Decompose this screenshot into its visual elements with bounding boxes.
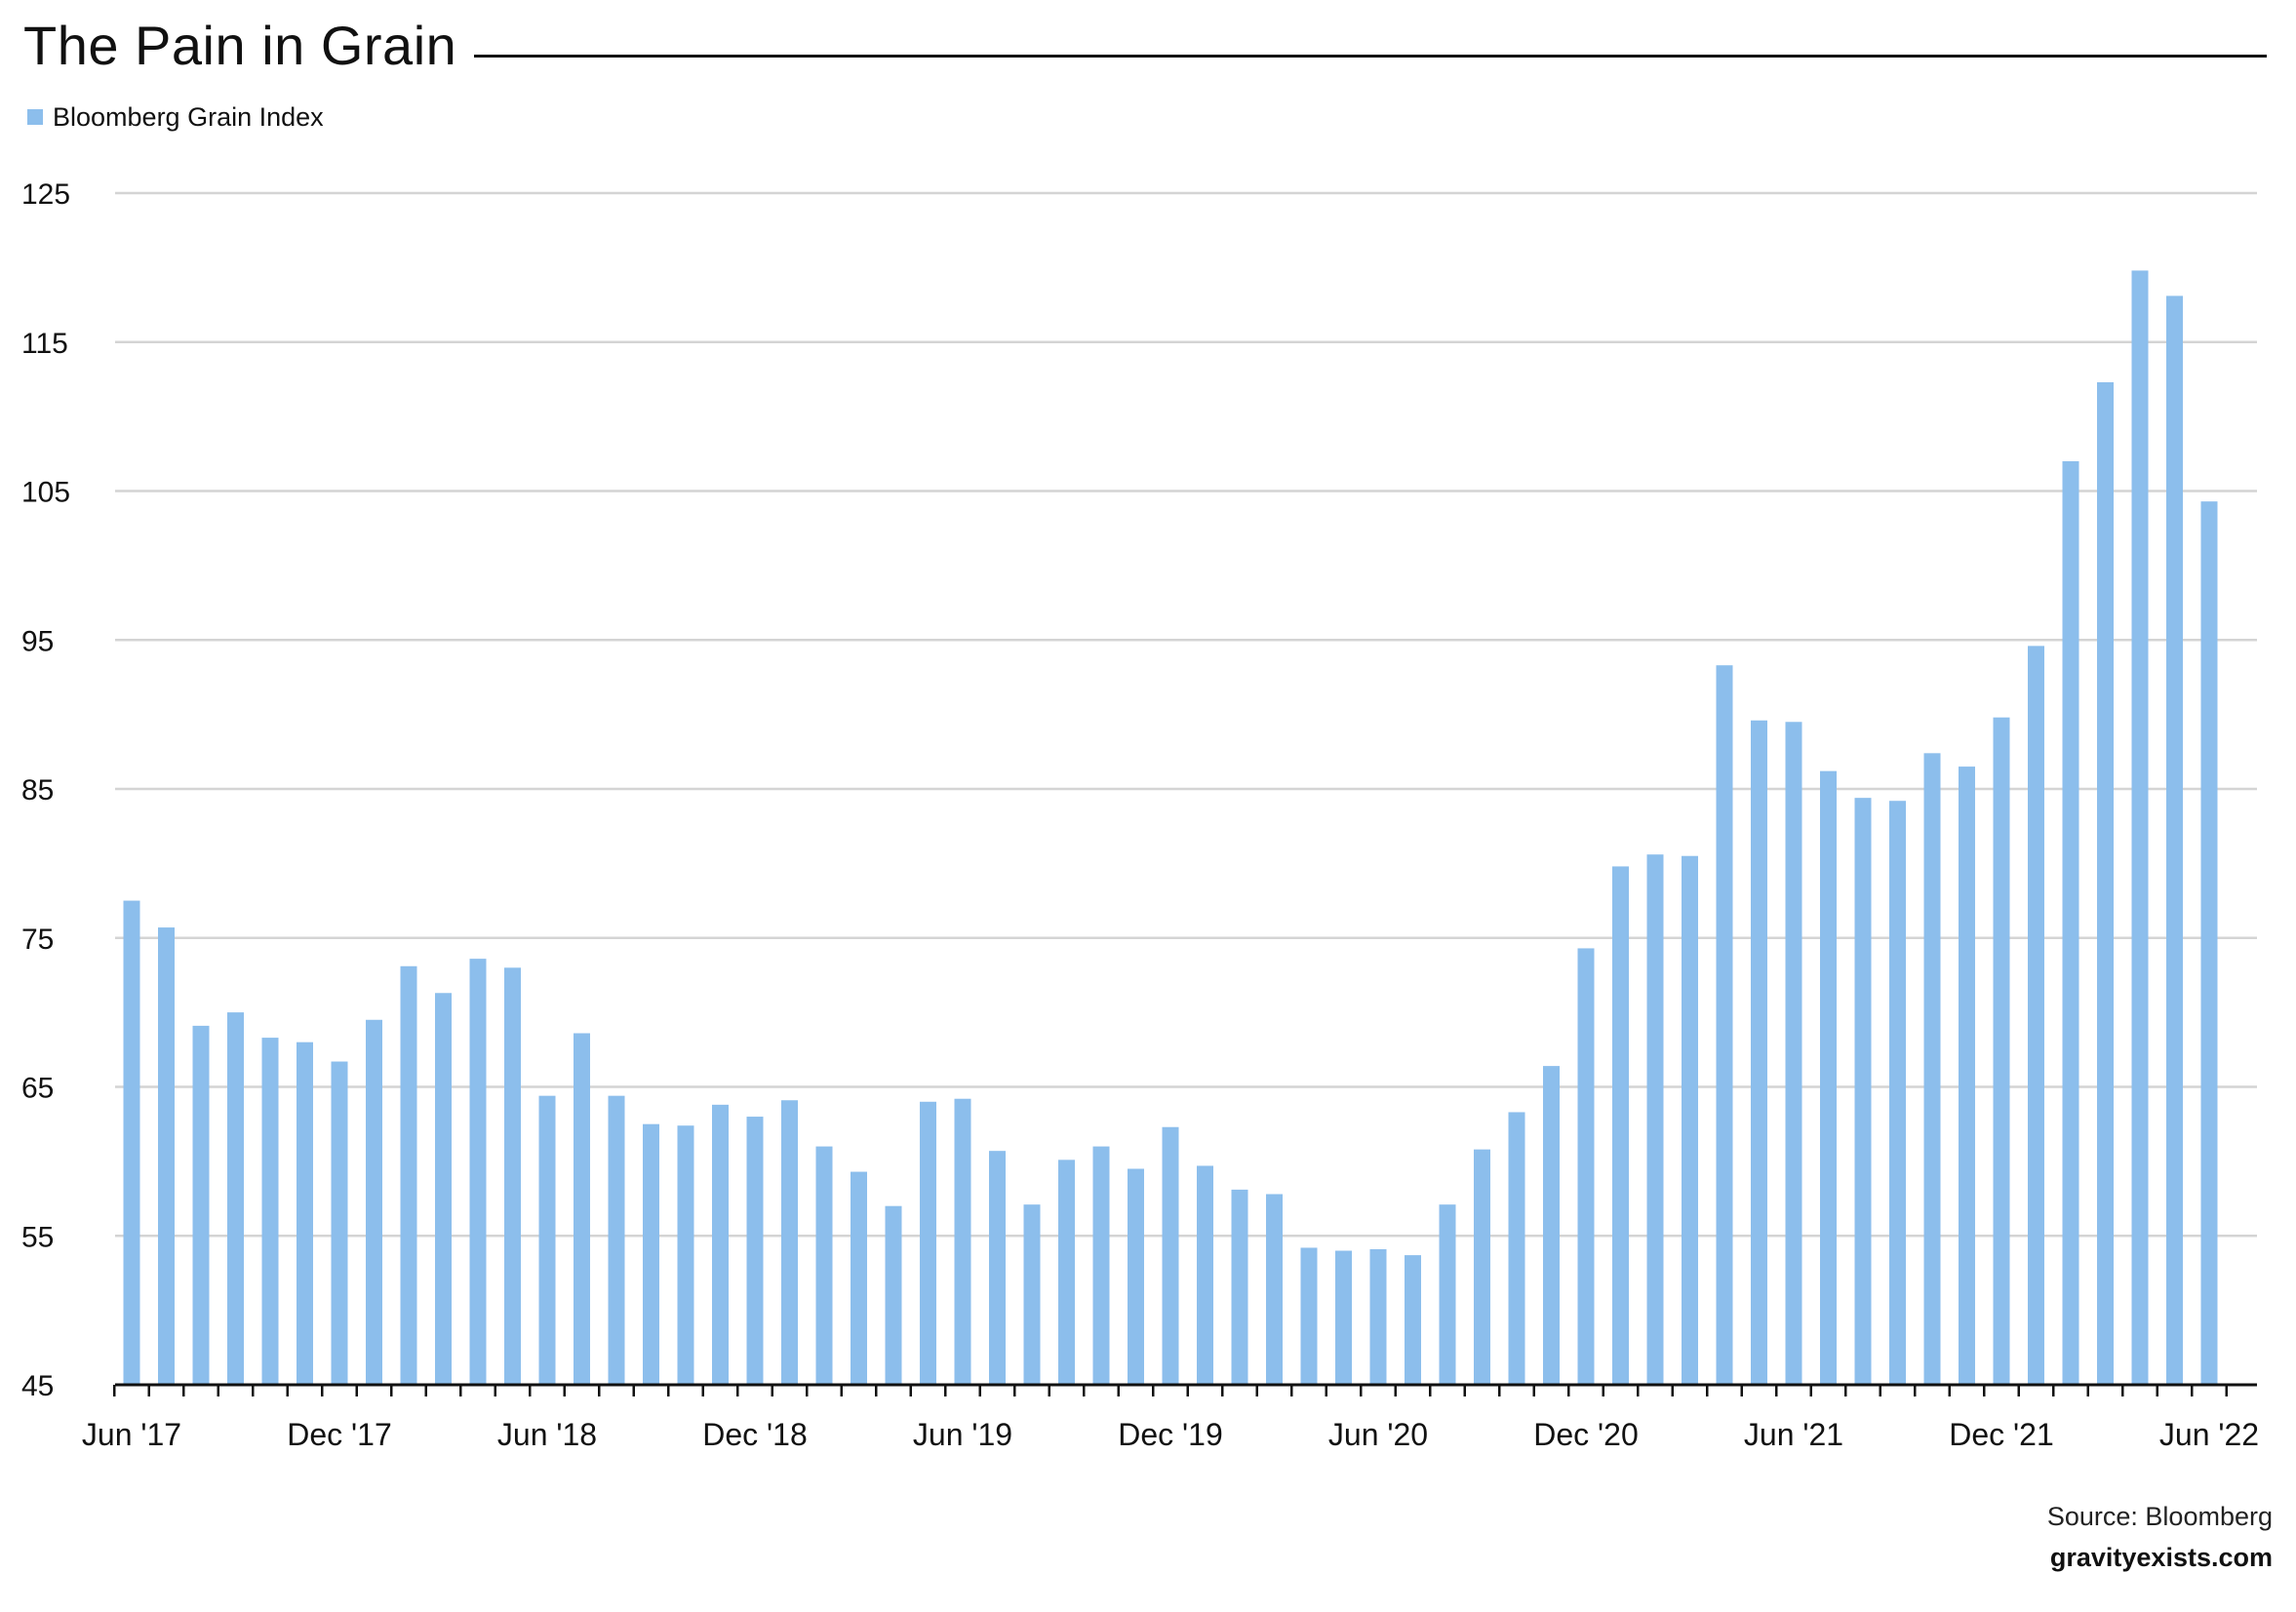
- bar: [1369, 1248, 1387, 1385]
- bar: [1405, 1255, 1421, 1385]
- bar: [1785, 722, 1802, 1385]
- bar: [1959, 767, 1975, 1385]
- bar: [2131, 270, 2149, 1386]
- bar: [366, 1019, 382, 1385]
- bar: [2028, 646, 2044, 1385]
- bar: [1923, 753, 1941, 1385]
- bar: [1682, 855, 1698, 1385]
- bar: [1197, 1165, 1213, 1385]
- bar: [1577, 948, 1595, 1385]
- bar: [1646, 854, 1664, 1385]
- bar: [1854, 798, 1872, 1385]
- bar: [1023, 1204, 1041, 1385]
- bar: [227, 1012, 244, 1385]
- x-tick-label: Dec '18: [702, 1417, 808, 1452]
- source-note: Source: Bloomberg: [2046, 1502, 2273, 1531]
- x-tick-label: Dec '20: [1533, 1417, 1639, 1452]
- bar: [123, 900, 140, 1385]
- y-tick-label: 85: [21, 774, 54, 806]
- bar: [1439, 1204, 1456, 1385]
- bar: [608, 1095, 625, 1385]
- bar: [954, 1098, 971, 1385]
- bar: [2062, 460, 2079, 1385]
- bar: [746, 1117, 764, 1385]
- bar: [400, 965, 417, 1385]
- bar: [1335, 1250, 1352, 1385]
- bar: [504, 967, 521, 1385]
- y-axis-ticks: 45 55 65 75 85 95 105 115 125: [21, 178, 70, 1402]
- bar: [1716, 665, 1733, 1385]
- x-axis: [113, 1383, 2257, 1396]
- bar: [2097, 381, 2114, 1386]
- bar: [1543, 1066, 1560, 1385]
- bar: [643, 1123, 659, 1385]
- y-tick-label: 95: [21, 625, 54, 657]
- bars: [123, 270, 2218, 1386]
- bar: [2166, 295, 2183, 1386]
- bar: [1820, 770, 1837, 1385]
- bar: [1474, 1149, 1490, 1385]
- bar: [297, 1042, 313, 1385]
- bar-chart: 455565758595105115125 Jun '17 Dec '17 Jun …: [21, 178, 2259, 1452]
- bar: [1889, 801, 1906, 1385]
- bar: [1162, 1126, 1179, 1385]
- x-tick-label: Jun '18: [497, 1417, 597, 1452]
- x-tick-label: Jun '19: [913, 1417, 1012, 1452]
- bar: [712, 1104, 729, 1385]
- bar: [1231, 1189, 1248, 1385]
- x-axis-ticks: Jun '17 Dec '17 Jun '18 Dec '18 Jun '19 Dec '…: [82, 1417, 2259, 1452]
- x-tick-label: Dec '21: [1949, 1417, 2054, 1452]
- x-tick-label: Dec '17: [287, 1417, 392, 1452]
- y-tick-label: 75: [21, 924, 54, 956]
- bar: [1993, 717, 2010, 1385]
- x-tick-label: Jun '21: [1744, 1417, 1843, 1452]
- bar: [1128, 1168, 1144, 1385]
- bar: [851, 1171, 867, 1385]
- bar: [192, 1025, 210, 1385]
- bar: [815, 1146, 833, 1385]
- x-tick-label: Jun '17: [82, 1417, 181, 1452]
- x-tick-label: Jun '20: [1328, 1417, 1428, 1452]
- bar: [261, 1038, 279, 1385]
- bar: [1092, 1146, 1110, 1385]
- bar: [331, 1061, 348, 1385]
- x-tick-label: Jun '22: [2159, 1417, 2259, 1452]
- x-tick-label: Dec '19: [1118, 1417, 1223, 1452]
- bar: [1751, 720, 1767, 1385]
- bar: [2200, 501, 2218, 1385]
- bar: [1612, 866, 1629, 1385]
- bar: [1058, 1160, 1075, 1385]
- bar: [920, 1101, 936, 1385]
- site-credit: gravityexists.com: [2049, 1543, 2273, 1572]
- y-tick-label: 125: [21, 178, 70, 211]
- bar: [677, 1125, 694, 1385]
- bar: [1300, 1247, 1318, 1385]
- bar: [989, 1151, 1006, 1385]
- bar: [1508, 1112, 1525, 1385]
- bar: [574, 1033, 590, 1385]
- bar: [538, 1095, 556, 1385]
- y-tick-label: 55: [21, 1221, 54, 1253]
- bar: [435, 993, 452, 1385]
- bar: [1266, 1194, 1283, 1385]
- y-tick-label: 45: [21, 1370, 54, 1402]
- bar: [469, 959, 487, 1385]
- y-tick-label: 65: [21, 1073, 54, 1105]
- y-tick-label: 105: [21, 477, 70, 509]
- bar: [781, 1100, 798, 1385]
- y-tick-label: 115: [21, 328, 68, 360]
- bar: [158, 927, 175, 1385]
- bar: [885, 1205, 902, 1385]
